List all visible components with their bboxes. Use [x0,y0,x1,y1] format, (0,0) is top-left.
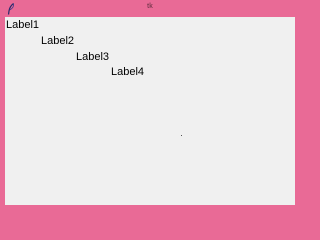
label-2: Label2 [41,35,75,47]
label-4: Label4 [111,66,145,78]
label-1: Label1 [6,19,40,31]
title-bar[interactable]: tk [0,0,300,16]
label-3: Label3 [76,51,110,63]
window-title: tk [147,3,153,10]
app-window: tk Label1 Label2 Label3 Label4 [0,0,300,210]
mouse-cursor-dot [181,135,182,136]
window-client-area: Label1 Label2 Label3 Label4 [5,17,295,205]
